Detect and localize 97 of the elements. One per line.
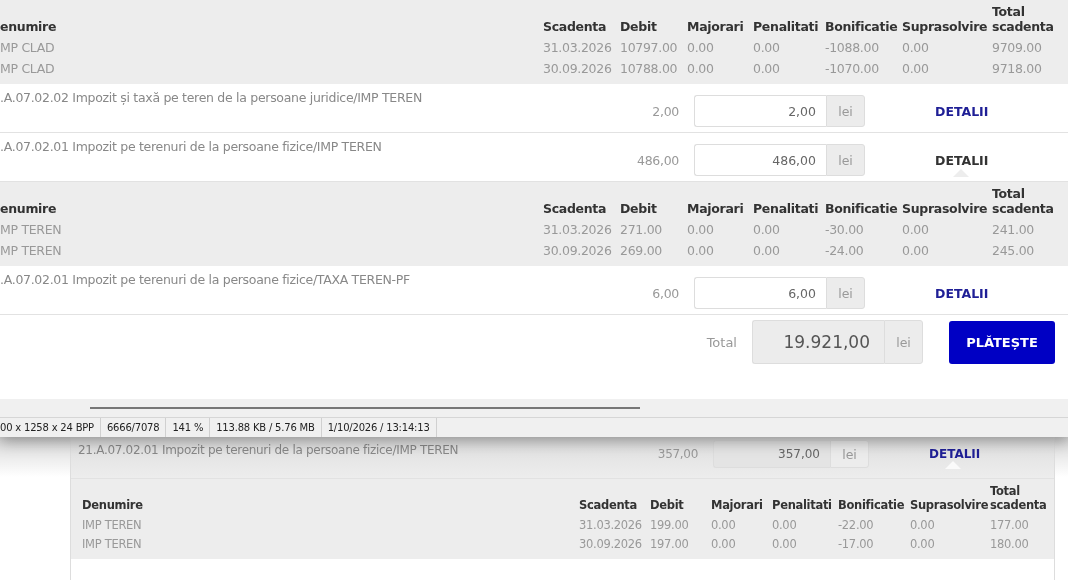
details-link[interactable]: DETALII [935, 152, 989, 168]
column-header: Suprasolvire [910, 498, 990, 513]
column-header: enumire [0, 19, 58, 34]
currency-label: lei [830, 440, 869, 468]
table-cell-text: MP CLAD [0, 61, 56, 76]
column-header: Debit [650, 498, 685, 513]
table-cell-text: MP CLAD [0, 40, 56, 55]
column-header: Debit [620, 19, 658, 34]
column-header: Majorari [687, 19, 745, 34]
column-header: Total scadenta [992, 4, 1055, 34]
table-cell-text: -24.00 [825, 243, 865, 258]
tax-description: 21.A.07.02.01 Impozit pe terenuri de la persoane fizice/IMP TEREN [78, 442, 460, 457]
table-cell-text: MP TEREN [0, 222, 63, 237]
column-header: Bonificatie [838, 498, 906, 513]
column-header: Majorari [687, 201, 745, 216]
table-cell-text: 177.00 [990, 517, 1030, 532]
table-cell-text: 0.00 [753, 222, 781, 237]
scrollbar-thumb[interactable] [90, 407, 640, 409]
table-cell-text: 241.00 [992, 222, 1035, 237]
table-cell-text: IMP TEREN [82, 517, 143, 532]
tax-description: .A.07.02.02 Impozit și taxă pe teren de la persoane juridice/IMP TEREN [0, 89, 423, 105]
table-cell-text: 10797.00 [620, 40, 679, 55]
table-cell-text: 0.00 [910, 517, 936, 532]
total-field: 19.921,00 [752, 320, 884, 364]
table-cell-text: 31.03.2026 [543, 40, 613, 55]
details-link[interactable]: DETALII [935, 285, 989, 301]
column-header: Total scadenta [992, 186, 1055, 216]
amount-field[interactable]: 357,00 [713, 440, 830, 468]
column-header: Debit [620, 201, 658, 216]
column-header: Scadenta [543, 19, 608, 34]
currency-label: lei [826, 95, 865, 127]
table-cell-text: 0.00 [902, 61, 930, 76]
column-header: Total scadenta [990, 485, 1048, 513]
table-cell-text: -30.00 [825, 222, 865, 237]
details-link[interactable]: DETALII [935, 103, 989, 119]
currency-label: lei [826, 144, 865, 176]
table-cell-text: -22.00 [838, 517, 875, 532]
table-cell-text: 0.00 [902, 40, 930, 55]
table-cell-text: 0.00 [711, 536, 737, 551]
table-cell-text: 0.00 [753, 243, 781, 258]
table-cell-text: 0.00 [772, 517, 798, 532]
table-cell-text: 9709.00 [992, 40, 1043, 55]
tax-description: .A.07.02.01 Impozit pe terenuri de la persoane fizice/IMP TEREN [0, 138, 383, 154]
details-link[interactable]: DETALII [929, 447, 981, 461]
column-header: Scadenta [543, 201, 608, 216]
column-header: Scadenta [579, 498, 638, 513]
table-cell-text: -1070.00 [825, 61, 880, 76]
table-cell-text: -1088.00 [825, 40, 880, 55]
table-cell-text: 0.00 [772, 536, 798, 551]
table-cell-text: 0.00 [902, 243, 930, 258]
table-cell-text: 245.00 [992, 243, 1035, 258]
amount-due: 357,00 [656, 447, 698, 461]
table-cell-text: 0.00 [687, 243, 715, 258]
table-cell-text: 180.00 [990, 536, 1030, 551]
column-header: Penalitati [753, 201, 820, 216]
currency-label: lei [884, 320, 923, 364]
table-cell-text: 0.00 [687, 222, 715, 237]
table-cell-text: 0.00 [753, 40, 781, 55]
currency-label: lei [826, 277, 865, 309]
amount-field[interactable]: 6,00 [694, 277, 826, 309]
table-cell-text: 9718.00 [992, 61, 1043, 76]
amount-due: 2,00 [651, 103, 679, 119]
table-cell-text: 10788.00 [620, 61, 679, 76]
table-cell-text: 0.00 [910, 536, 936, 551]
amount-field[interactable]: 2,00 [694, 95, 826, 127]
table-cell-text: 31.03.2026 [579, 517, 643, 532]
table-cell-text: IMP TEREN [82, 536, 143, 551]
amount-due: 486,00 [636, 152, 679, 168]
tax-description: .A.07.02.01 Impozit pe terenuri de la persoane fizice/TAXA TEREN-PF [0, 271, 411, 287]
table-cell-text: 0.00 [753, 61, 781, 76]
amount-due: 6,00 [651, 285, 679, 301]
total-label: Total [705, 334, 737, 350]
table-cell-text: 30.09.2026 [579, 536, 643, 551]
table-cell-text: 197.00 [650, 536, 690, 551]
column-header: Majorari [711, 498, 764, 513]
table-cell-text: 0.00 [687, 61, 715, 76]
table-cell-text: MP TEREN [0, 243, 63, 258]
column-header: Denumire [82, 498, 144, 513]
column-header: Suprasolvire [902, 19, 989, 34]
column-header: Suprasolvire [902, 201, 989, 216]
column-header: Bonificatie [825, 19, 899, 34]
table-cell-text: 271.00 [620, 222, 663, 237]
pay-button[interactable]: PLĂTEȘTE [949, 320, 1055, 364]
column-header: Penalitati [753, 19, 820, 34]
column-header: Bonificatie [825, 201, 899, 216]
table-cell-text: -17.00 [838, 536, 875, 551]
table-cell-text: 0.00 [711, 517, 737, 532]
table-cell-text: 30.09.2026 [543, 61, 613, 76]
column-header: Penalitati [772, 498, 833, 513]
table-cell-text: 269.00 [620, 243, 663, 258]
table-cell-text: 0.00 [687, 40, 715, 55]
amount-field[interactable]: 486,00 [694, 144, 826, 176]
table-cell-text: 0.00 [902, 222, 930, 237]
table-cell-text: 199.00 [650, 517, 690, 532]
table-cell-text: 31.03.2026 [543, 222, 613, 237]
table-cell-text: 30.09.2026 [543, 243, 613, 258]
column-header: enumire [0, 201, 58, 216]
